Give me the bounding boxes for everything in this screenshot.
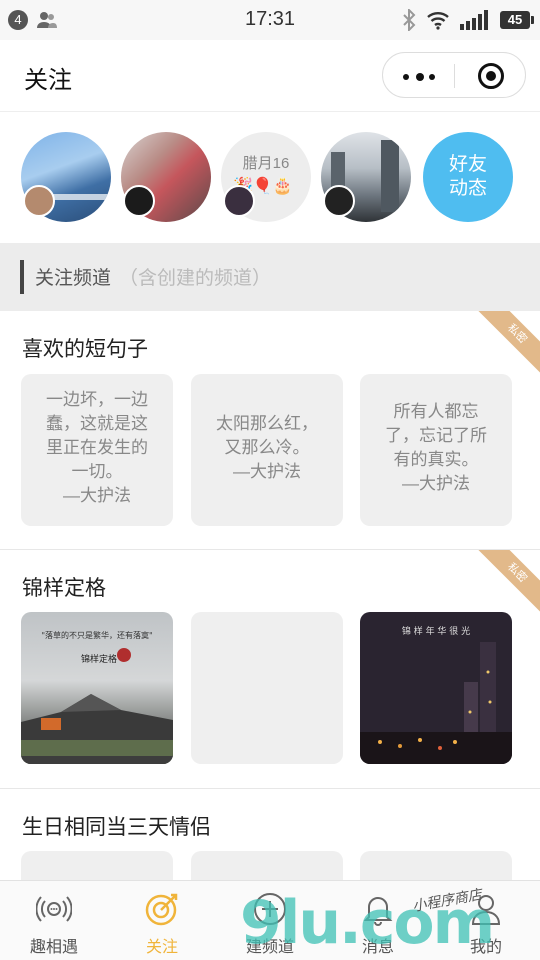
bell-icon	[363, 897, 393, 926]
channel-card[interactable]: 生日相同当三天情侣	[0, 789, 540, 880]
content-card[interactable]	[21, 851, 173, 880]
quote-card[interactable]: 一边坏，一边 蠢，这就是这 里正在发生的 一切。 —大护法	[21, 374, 173, 526]
section-accent-bar	[20, 260, 24, 294]
channel-title: 喜欢的短句子	[22, 338, 148, 361]
tab-create-channel[interactable]: 建频道	[216, 881, 324, 960]
radar-icon	[36, 896, 72, 922]
wifi-icon	[427, 12, 449, 30]
photo-card[interactable]: "落草的不只是繁华，还有落寞" 锦样定格	[21, 612, 173, 764]
avatar-mini-badge	[23, 185, 55, 217]
photo-card[interactable]: 锦 样 年 华 很 光	[360, 612, 512, 764]
private-badge: 私密	[477, 311, 540, 374]
channel-card[interactable]: 私密 锦样定格 "落草的不只是繁华，还有落寞" 锦样定格 锦 样 年 华 很 光	[0, 550, 540, 788]
nav-bar: 关注	[0, 40, 540, 112]
friends-feed-button[interactable]: 好友 动态	[423, 132, 513, 222]
close-mini-program-button[interactable]	[455, 53, 527, 99]
seal-mark	[117, 648, 131, 662]
channel-title: 生日相同当三天情侣	[22, 816, 211, 839]
section-title: 关注频道 （含创建的频道）	[35, 263, 271, 290]
tab-label: 关注	[145, 939, 178, 956]
avatar-mini-badge	[223, 185, 255, 217]
night-city-illustration	[360, 642, 512, 764]
tab-mine[interactable]: 我的	[432, 881, 540, 960]
private-badge: 私密	[477, 550, 540, 613]
channel-card[interactable]: 私密 喜欢的短句子 一边坏，一边 蠢，这就是这 里正在发生的 一切。 —大护法 …	[0, 311, 540, 549]
tab-label: 消息	[361, 939, 394, 956]
quote-text: 太阳那么红， 又那么冷。 —大护法	[216, 414, 318, 481]
page-title: 关注	[24, 67, 72, 94]
more-menu-button[interactable]	[383, 53, 455, 99]
channel-title: 锦样定格	[22, 577, 106, 600]
followed-avatars-row: 腊月16 🎉🎈🎂 好友 动态	[0, 113, 540, 243]
mini-program-capsule	[382, 52, 526, 98]
quote-card[interactable]: 所有人都忘 了，忘记了所 有的真实。 —大护法	[360, 374, 512, 526]
photo-brand: 锦样定格	[81, 655, 118, 665]
user-icon	[471, 895, 501, 925]
quote-text: 所有人都忘 了，忘记了所 有的真实。 —大护法	[385, 402, 487, 493]
content-card[interactable]	[191, 851, 343, 880]
photo-caption: 锦 样 年 华 很 光	[401, 627, 471, 637]
target-icon	[145, 893, 178, 926]
quote-text: 一边坏，一边 蠢，这就是这 里正在发生的 一切。 —大护法	[46, 390, 148, 505]
status-icons: 45	[402, 8, 534, 32]
tab-bar: 趣相遇 关注 建频道 消息 我的	[0, 880, 540, 960]
birthday-date-label: 腊月16	[242, 155, 290, 172]
tab-label: 建频道	[245, 939, 294, 956]
content-card[interactable]	[360, 851, 512, 880]
tab-follow[interactable]: 关注	[108, 881, 216, 960]
photo-caption: "落草的不只是繁华，还有落寞"	[41, 631, 153, 640]
stadium-illustration	[21, 694, 173, 764]
avatar-mini-badge	[123, 185, 155, 217]
tab-label: 我的	[469, 939, 502, 956]
section-title-text: 关注频道	[35, 268, 112, 289]
battery-indicator: 45	[500, 11, 534, 29]
friends-feed-label-1: 好友	[448, 154, 487, 175]
avatar-mini-badge	[323, 185, 355, 217]
status-bar: 4 17:31 45	[0, 0, 540, 40]
tab-encounter[interactable]: 趣相遇	[0, 881, 108, 960]
signal-icon	[460, 10, 488, 30]
bluetooth-icon	[403, 9, 416, 31]
followed-channels-header: 关注频道 （含创建的频道）	[0, 243, 540, 311]
tab-messages[interactable]: 消息	[324, 881, 432, 960]
section-subtitle: （含创建的频道）	[119, 268, 272, 289]
photo-card-placeholder[interactable]	[191, 612, 343, 764]
add-circle-icon	[254, 893, 286, 925]
tab-label: 趣相遇	[29, 939, 78, 956]
quote-card[interactable]: 太阳那么红， 又那么冷。 —大护法	[191, 374, 343, 526]
friends-feed-label-2: 动态	[448, 178, 487, 199]
